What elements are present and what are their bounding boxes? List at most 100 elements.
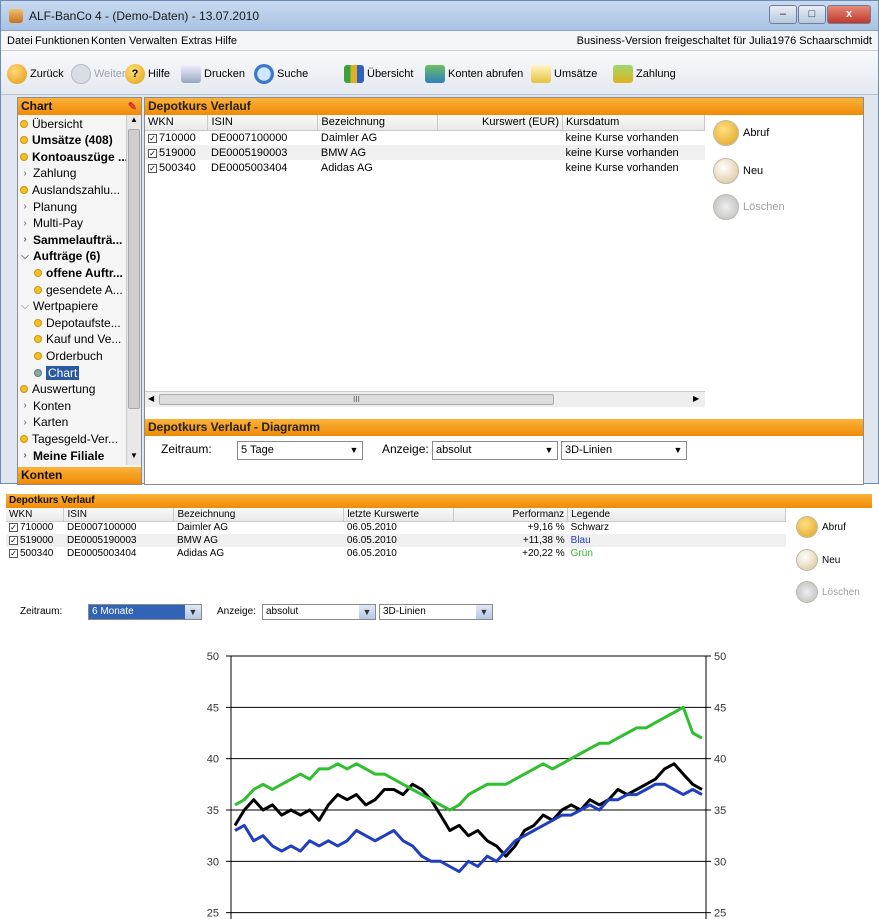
style-select[interactable]: 3D-Linien ▼ [379, 604, 493, 620]
table-row[interactable]: ✓ 710000 DE0007100000 Daimler AG 06.05.2010 +… [6, 521, 786, 534]
sidebar-item-18[interactable]: › Karten [20, 415, 68, 430]
delete-button[interactable]: Löschen [796, 581, 860, 603]
row-checkbox[interactable]: ✓ [9, 549, 18, 558]
sidebar-item-13[interactable]: Kauf und Ve... [34, 332, 121, 347]
table-row[interactable]: ✓ 500340 DE0005003404 Adidas AG 06.05.2010 +2… [6, 547, 786, 560]
scroll-down-icon[interactable]: ▼ [128, 451, 140, 463]
display-select[interactable]: absolut ▼ [262, 604, 376, 620]
col-name[interactable]: Bezeichnung [173, 508, 345, 522]
chevron-down-icon: ▼ [476, 605, 492, 619]
bullet-icon [34, 285, 42, 294]
fetch-accounts-button[interactable]: Konten abrufen [425, 63, 523, 85]
menu-funktionen[interactable]: Funktionen [35, 35, 89, 47]
col-last[interactable]: letzte Kurswerte [343, 508, 455, 522]
col-date[interactable]: Kursdatum [562, 115, 705, 131]
pin-icon[interactable]: ✎ [128, 99, 137, 116]
cell-wkn: ✓ 500340 [145, 160, 208, 175]
sidebar-item-14[interactable]: Orderbuch [34, 348, 103, 363]
chevron-down-icon: ▼ [544, 445, 554, 455]
scroll-left-icon[interactable]: ◀ [148, 394, 154, 403]
hscroll-thumb[interactable]: III [159, 394, 554, 405]
sidebar-item-3[interactable]: › Zahlung [20, 166, 76, 181]
sidebar-item-9[interactable]: offene Auftr... [34, 265, 123, 280]
fetch-button[interactable]: Abruf [796, 516, 846, 538]
menu-extras[interactable]: Extras [181, 35, 212, 47]
chevron-right-icon: › [23, 201, 27, 212]
table-row[interactable]: ✓ 710000 DE0007100000 Daimler AG keine Kurse… [145, 130, 705, 145]
minimize-button[interactable]: – [769, 5, 797, 24]
sidebar-item-17[interactable]: › Konten [20, 398, 71, 413]
sidebar-item-15[interactable]: Chart [34, 365, 80, 380]
new-button[interactable]: Neu [796, 549, 840, 571]
sidebar-item-5[interactable]: › Planung [20, 199, 77, 214]
cell-text: 06.05.2010 [346, 535, 397, 546]
sidebar-item-16[interactable]: Auswertung [20, 382, 95, 397]
close-button[interactable]: x [827, 5, 871, 24]
col-isin[interactable]: ISIN [63, 508, 175, 522]
menu-hilfe[interactable]: Hilfe [215, 35, 237, 47]
sidebar-item-6[interactable]: › Multi-Pay [20, 216, 83, 231]
col-value[interactable]: Kurswert (EUR) [437, 115, 564, 131]
period-select[interactable]: 6 Monate ▼ [88, 604, 202, 620]
cell-text: Adidas AG [176, 548, 225, 559]
sidebar-item-0[interactable]: Übersicht [20, 116, 83, 131]
col-perf[interactable]: Performanz [453, 508, 569, 522]
y-tick-label-left: 30 [207, 856, 219, 868]
menu-verwalten[interactable]: Verwalten [129, 35, 177, 47]
col-name[interactable]: Bezeichnung [317, 115, 439, 131]
period-select[interactable]: 5 Tage ▼ [237, 441, 363, 460]
col-wkn[interactable]: WKN [6, 508, 65, 522]
cell-text: 519000 [159, 146, 196, 159]
cell-wkn: ✓ 519000 [145, 145, 208, 160]
delete-button[interactable]: Löschen [713, 194, 785, 220]
chevron-right-icon: › [23, 234, 27, 246]
forward-button[interactable]: Weiter [71, 63, 126, 85]
sidebar-footer[interactable]: Konten [18, 467, 141, 484]
cell-text: +11,38 % [522, 535, 565, 546]
col-legend[interactable]: Legende [567, 508, 786, 522]
sidebar-item-19[interactable]: Tagesgeld-Ver... [20, 431, 118, 446]
sidebar-item-7[interactable]: › Sammelaufträ... [20, 232, 122, 247]
row-checkbox[interactable]: ✓ [148, 133, 157, 143]
sidebar-item-2[interactable]: Kontoauszüge ... [20, 149, 128, 164]
sidebar-item-11[interactable]: ⌵ Wertpapiere [20, 299, 98, 314]
fetch-button[interactable]: Abruf [713, 120, 769, 146]
style-select[interactable]: 3D-Linien ▼ [561, 441, 687, 460]
row-checkbox[interactable]: ✓ [9, 536, 18, 545]
row-checkbox[interactable]: ✓ [148, 148, 157, 158]
sidebar-item-4[interactable]: Auslandszahlu... [20, 182, 120, 197]
help-button[interactable]: ? Hilfe [125, 63, 170, 85]
toolbar: Zurück Weiter ? Hilfe Drucken Suche Über… [1, 51, 878, 95]
scroll-up-icon[interactable]: ▲ [128, 115, 140, 127]
table-row[interactable]: ✓ 500340 DE0005003404 Adidas AG keine Kurse … [145, 160, 705, 175]
col-wkn[interactable]: WKN [145, 115, 209, 131]
table-row[interactable]: ✓ 519000 DE0005190003 BMW AG 06.05.2010 +11,3… [6, 534, 786, 547]
payment-button[interactable]: Zahlung [613, 63, 676, 85]
search-button[interactable]: Suche [254, 63, 308, 85]
horizontal-scrollbar[interactable]: ◀ III ▶ [145, 391, 705, 407]
scroll-thumb[interactable] [128, 129, 140, 409]
col-isin[interactable]: ISIN [207, 115, 319, 131]
overview-button[interactable]: Übersicht [344, 63, 413, 85]
print-button[interactable]: Drucken [181, 63, 245, 85]
cell-text: Schwarz [570, 522, 610, 534]
sidebar-scrollbar[interactable]: ▲ ▼ [126, 115, 141, 465]
sidebar-item-12[interactable]: Depotaufste... [34, 315, 121, 330]
sidebar-item-8[interactable]: ⌵ Aufträge (6) [20, 249, 100, 264]
sidebar-item-10[interactable]: gesendete A... [34, 282, 123, 297]
sidebar-item-20[interactable]: › Meine Filiale [20, 448, 104, 463]
back-button[interactable]: Zurück [7, 63, 64, 85]
transactions-button[interactable]: Umsätze [531, 63, 597, 85]
new-button[interactable]: Neu [713, 158, 763, 184]
cell-date: keine Kurse vorhanden [563, 130, 705, 145]
menu-konten[interactable]: Konten [91, 35, 126, 47]
row-checkbox[interactable]: ✓ [9, 523, 18, 533]
display-select[interactable]: absolut ▼ [432, 441, 558, 460]
table-row[interactable]: ✓ 519000 DE0005190003 BMW AG keine Kurse vor… [145, 145, 705, 160]
row-checkbox[interactable]: ✓ [148, 163, 157, 173]
delete-label: Löschen [743, 201, 785, 213]
maximize-button[interactable]: □ [798, 5, 826, 24]
sidebar-item-1[interactable]: Umsätze (408) [20, 133, 113, 148]
menu-datei[interactable]: Datei [7, 35, 33, 47]
scroll-right-icon[interactable]: ▶ [693, 394, 699, 403]
